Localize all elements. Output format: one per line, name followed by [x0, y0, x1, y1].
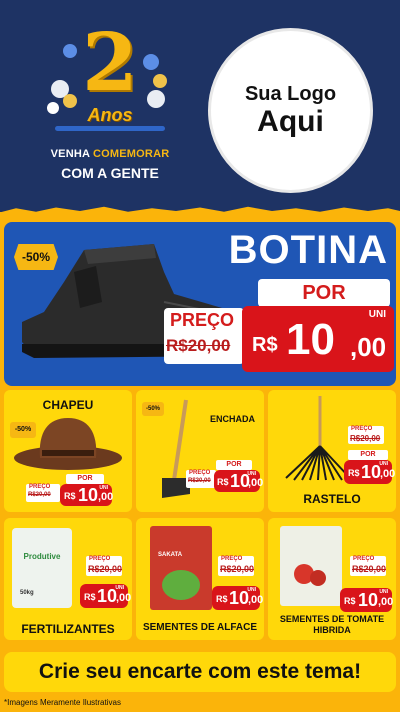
price-decimal: ,00 [380, 468, 396, 480]
tagline-part-a: VENHA [50, 148, 90, 160]
preco-label: PREÇO [353, 556, 375, 562]
sale-price-tag: UNI R$ 10 ,00 [344, 460, 396, 484]
tagline-line-1: VENHA COMEMORAR [45, 148, 175, 160]
product-card-sementes-tomate[interactable]: PREÇO R$20,00 UNI R$ 10 ,00 SEMENTES DE … [268, 518, 396, 640]
discount-badge: -50% [14, 244, 58, 270]
sale-price-tag: UNI R$ 10 ,00 [60, 484, 114, 506]
old-price: R$20,00 [28, 492, 51, 498]
logo-line-2: Aqui [257, 105, 324, 138]
discount-badge: -50% [142, 402, 164, 416]
price-integer: 10 [229, 588, 250, 608]
preco-label: PREÇO [29, 484, 51, 490]
currency-symbol: R$ [216, 594, 228, 604]
hero-title: BOTINA [228, 228, 388, 272]
old-price: R$20,00 [220, 564, 255, 574]
sale-price-tag: UNI R$ 10 ,00 [212, 586, 264, 610]
unit-label: UNI [368, 309, 386, 320]
currency-symbol: R$ [84, 592, 96, 602]
product-card-fertilizantes[interactable]: Produtive 50kg PREÇO R$20,00 UNI R$ 10 ,… [4, 518, 132, 640]
unit-label: UNI [379, 589, 388, 595]
bag-brand: Produtive [23, 552, 61, 561]
por-label: POR [66, 474, 104, 484]
preco-label: PREÇO [351, 426, 373, 432]
currency-symbol: R$ [252, 334, 278, 356]
packet-brand: SAKATA [158, 552, 183, 558]
product-name: CHAPEU [42, 398, 94, 412]
preco-label: PREÇO [221, 556, 243, 562]
disclaimer: *Imagens Meramente Ilustrativas [4, 698, 121, 707]
anniversary-word: Anos [87, 105, 133, 125]
currency-symbol: R$ [344, 596, 356, 606]
currency-symbol: R$ [217, 477, 229, 487]
price-integer: 10 [78, 485, 99, 505]
hero-offer: -50% BOTINA POR PREÇO R$20,00 UNI R$ 10 … [4, 222, 396, 386]
product-card-sementes-alface[interactable]: SAKATA PREÇO R$20,00 UNI R$ 10 ,00 SEMEN… [136, 518, 264, 640]
price-decimal: ,00 [116, 592, 132, 604]
price-integer: 10 [97, 586, 118, 606]
currency-symbol: R$ [348, 468, 360, 478]
currency-symbol: R$ [64, 491, 76, 501]
fertilizer-bag-image: Produtive 50kg [12, 528, 72, 608]
preco-label: PREÇO [170, 310, 235, 330]
product-name: SEMENTES DE ALFACE [142, 622, 258, 633]
product-card-enchada[interactable]: ENCHADA -50% POR PREÇO R$20,00 UNI R$ 10… [136, 390, 264, 512]
tomato-picture [310, 570, 326, 586]
old-price-box: PREÇO R$20,00 [186, 470, 216, 488]
old-price-box: PREÇO R$20,00 [348, 426, 384, 444]
old-price: R$20,00 [188, 478, 211, 484]
preco-label: PREÇO [189, 470, 211, 476]
price-decimal: ,00 [378, 596, 394, 608]
header-banner: 2 Anos VENHA COMEMORAR COM A GENTE Sua L… [0, 0, 400, 212]
product-name-line-1: SEMENTES DE TOMATE [279, 614, 385, 624]
product-name: ENCHADA [210, 414, 255, 424]
price-integer: 10 [361, 462, 382, 482]
product-name: FERTILIZANTES [21, 622, 115, 636]
old-price-box: PREÇO R$20,00 [218, 556, 254, 576]
ribbon [55, 126, 165, 131]
old-price: R$20,00 [88, 564, 123, 574]
product-card-rastelo[interactable]: PREÇO R$20,00 POR UNI R$ 10 ,00 RASTELO [268, 390, 396, 512]
por-label: POR [258, 279, 390, 307]
bag-weight: 50kg [20, 590, 34, 596]
preco-label: PREÇO [89, 556, 111, 562]
sale-price-tag: UNI R$ 10 ,00 [340, 588, 394, 612]
sale-price-tag: UNI R$ 10 ,00 [80, 584, 132, 608]
old-price-box: PREÇO R$20,00 [350, 556, 386, 576]
price-decimal: ,00 [98, 491, 114, 503]
sale-price-tag: UNI R$ 10 ,00 [214, 470, 264, 492]
seed-packet-image: SAKATA [150, 526, 212, 610]
price-decimal: ,00 [248, 594, 264, 606]
price-integer: 10 [286, 315, 335, 364]
tagline-part-b: COMEMORAR [93, 148, 170, 160]
sale-price-tag: UNI R$ 10 ,00 [242, 306, 394, 372]
product-card-chapeu[interactable]: CHAPEU -50% POR PREÇO R$20,00 UNI R$ 10 … [4, 390, 132, 512]
logo-placeholder: Sua Logo Aqui [208, 28, 373, 193]
old-price-box: PREÇO R$20,00 [26, 484, 60, 502]
seed-packet-image [280, 526, 342, 606]
anniversary-number: 2 [82, 15, 138, 109]
tagline-line-2: COM A GENTE [61, 165, 159, 181]
por-label: POR [216, 460, 252, 470]
old-price: R$20,00 [350, 434, 381, 443]
logo-line-1: Sua Logo [244, 83, 337, 105]
price-integer: 10 [358, 590, 379, 610]
product-name-line-2: HIBRIDA [313, 625, 351, 635]
old-price: R$20,00 [352, 564, 387, 574]
old-price-box: PREÇO R$20,00 [164, 308, 244, 364]
por-label: POR [348, 450, 388, 460]
product-name: RASTELO [303, 492, 361, 506]
price-decimal: ,00 [248, 477, 264, 489]
old-price-box: PREÇO R$20,00 [86, 556, 122, 576]
anniversary-emblem: 2 Anos VENHA COMEMORAR COM A GENTE [45, 20, 175, 190]
cta-banner[interactable]: Crie seu encarte com este tema! [4, 652, 396, 692]
discount-badge: -50% [10, 422, 36, 438]
price-decimal: ,00 [350, 332, 387, 362]
old-price: R$20,00 [166, 336, 231, 355]
lettuce-picture [162, 570, 200, 600]
